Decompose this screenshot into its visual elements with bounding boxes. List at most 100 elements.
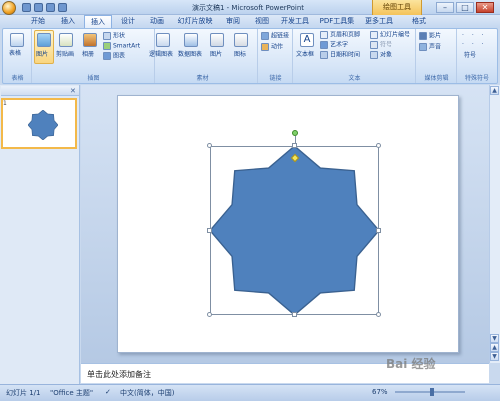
resize-handle-right[interactable] — [376, 228, 381, 233]
tab-view[interactable]: 视图 — [248, 15, 276, 28]
album-button[interactable]: 相册 — [82, 51, 94, 59]
data-chart-icon — [184, 33, 198, 47]
sound-icon — [419, 43, 427, 51]
resize-handle-bottom-left[interactable] — [207, 312, 212, 317]
spellcheck-icon[interactable]: ✓ — [105, 388, 111, 396]
tab-animations[interactable]: 动画 — [143, 15, 171, 28]
minimize-button[interactable]: – — [436, 2, 454, 13]
group-label: 链接 — [269, 75, 282, 82]
tab-format[interactable]: 格式 — [404, 15, 434, 28]
tab-design[interactable]: 设计 — [114, 15, 142, 28]
language-status[interactable]: 中文(简体，中国) — [120, 388, 174, 398]
tab-pdf-tools[interactable]: PDF工具集 — [316, 15, 358, 28]
resize-handle-top[interactable] — [292, 143, 297, 148]
table-button[interactable]: 表格 — [9, 50, 21, 58]
slide-number-button[interactable]: 幻灯片编号 — [370, 31, 410, 40]
save-icon[interactable] — [22, 3, 31, 12]
omega-icon — [370, 41, 378, 49]
undo-icon[interactable] — [34, 3, 43, 12]
resize-handle-bottom[interactable] — [292, 312, 297, 317]
tab-developer[interactable]: 开发工具 — [277, 15, 313, 28]
shapes-button[interactable]: 形状 — [103, 32, 125, 41]
album-icon — [83, 33, 97, 47]
hyperlink-icon — [261, 32, 269, 40]
object-icon — [370, 51, 378, 59]
group-label: 媒体剪辑 — [424, 75, 449, 82]
prev-slide-icon[interactable]: ▲ — [490, 343, 499, 352]
table-icon — [10, 33, 24, 47]
next-slide-icon[interactable]: ▼ — [490, 352, 499, 361]
logic-chart-icon — [156, 33, 170, 47]
textbox-icon: A — [300, 33, 314, 47]
picture-icon — [37, 33, 51, 47]
shapes-icon — [103, 32, 111, 40]
smartart-button[interactable]: SmartArt — [103, 42, 140, 51]
wordart-icon — [320, 41, 328, 49]
tab-insert-home[interactable]: 插入 — [54, 15, 82, 28]
close-button[interactable]: ✕ — [476, 2, 494, 13]
panel-tabs[interactable] — [1, 86, 79, 96]
vertical-scrollbar[interactable] — [489, 85, 500, 363]
close-panel-icon[interactable]: ✕ — [70, 87, 76, 95]
theme-status: "Office 主题" — [50, 389, 94, 397]
group-label: 特殊符号 — [464, 75, 489, 82]
date-time-button[interactable]: 日期和时间 — [320, 51, 360, 60]
logic-chart-button[interactable]: 逻辑图表 — [149, 51, 173, 59]
sound-button[interactable]: 声音 — [419, 43, 441, 52]
resize-handle-top-right[interactable] — [376, 143, 381, 148]
resize-handle-top-left[interactable] — [207, 143, 212, 148]
customize-toolbar-icon[interactable] — [58, 3, 67, 12]
office-button[interactable] — [2, 1, 16, 15]
tab-insert[interactable]: 插入 — [84, 15, 112, 28]
zoom-slider-thumb[interactable] — [430, 388, 434, 396]
wordart-button[interactable]: 艺术字 — [320, 41, 348, 50]
tab-home[interactable]: 开始 — [24, 15, 52, 28]
drawing-tools-contextual-tab: 绘图工具 — [372, 0, 422, 15]
tab-more-tools[interactable]: 更多工具 — [362, 15, 396, 28]
slide-count-status: 幻灯片 1/1 — [6, 389, 41, 397]
zoom-level[interactable]: 67% — [372, 388, 388, 396]
header-footer-button[interactable]: 页眉和页脚 — [320, 31, 360, 40]
scroll-up-icon[interactable]: ▲ — [490, 86, 499, 95]
material-icon-button[interactable]: 图标 — [234, 51, 246, 59]
hyperlink-button[interactable]: 超链接 — [261, 32, 289, 41]
scroll-down-icon[interactable]: ▼ — [490, 334, 499, 343]
selection-box — [210, 146, 379, 315]
data-chart-button[interactable]: 数据图表 — [178, 51, 202, 59]
clipart-button[interactable]: 剪贴画 — [56, 51, 74, 59]
textbox-button[interactable]: 文本框 — [296, 51, 314, 59]
resize-handle-left[interactable] — [207, 228, 212, 233]
group-media: 影片 声音 媒体剪辑 — [417, 29, 457, 83]
group-label: 插图 — [87, 75, 100, 82]
group-tables: 表格 表格 — [4, 29, 32, 83]
tab-review[interactable]: 审阅 — [219, 15, 247, 28]
group-illustrations: 图片 剪贴画 相册 形状 SmartArt 图表 插图 — [33, 29, 155, 83]
resize-handle-bottom-right[interactable] — [376, 312, 381, 317]
material-icon-icon — [234, 33, 248, 47]
chart-button[interactable]: 图表 — [103, 52, 125, 61]
maximize-button[interactable]: □ — [456, 2, 474, 13]
movie-icon — [419, 32, 427, 40]
group-text: A 文本框 页眉和页脚 艺术字 日期和时间 幻灯片编号 符号 对象 文本 — [294, 29, 416, 83]
action-button[interactable]: 动作 — [261, 43, 283, 52]
slide-number-icon — [370, 31, 378, 39]
object-button[interactable]: 对象 — [370, 51, 392, 60]
redo-icon[interactable] — [46, 3, 55, 12]
tab-slideshow[interactable]: 幻灯片放映 — [172, 15, 218, 28]
special-symbols-grid[interactable]: · · · — [462, 32, 487, 40]
material-picture-icon — [210, 33, 224, 47]
special-symbols-grid-2[interactable]: · · · — [462, 41, 487, 49]
clipart-icon — [59, 33, 73, 47]
picture-button[interactable]: 图片 — [36, 51, 48, 59]
material-picture-button[interactable]: 图片 — [210, 51, 222, 59]
special-symbol-button[interactable]: 符号 — [464, 52, 476, 60]
rotate-handle[interactable] — [292, 130, 298, 136]
action-icon — [261, 43, 269, 51]
notes-placeholder[interactable]: 单击此处添加备注 — [87, 369, 151, 380]
date-time-icon — [320, 51, 328, 59]
group-materials: 逻辑图表 数据图表 图片 图标 素材 — [148, 29, 258, 83]
header-footer-icon — [320, 31, 328, 39]
chart-icon — [103, 52, 111, 60]
movie-button[interactable]: 影片 — [419, 32, 441, 41]
watermark-logo: Bai 经验 — [386, 357, 436, 371]
